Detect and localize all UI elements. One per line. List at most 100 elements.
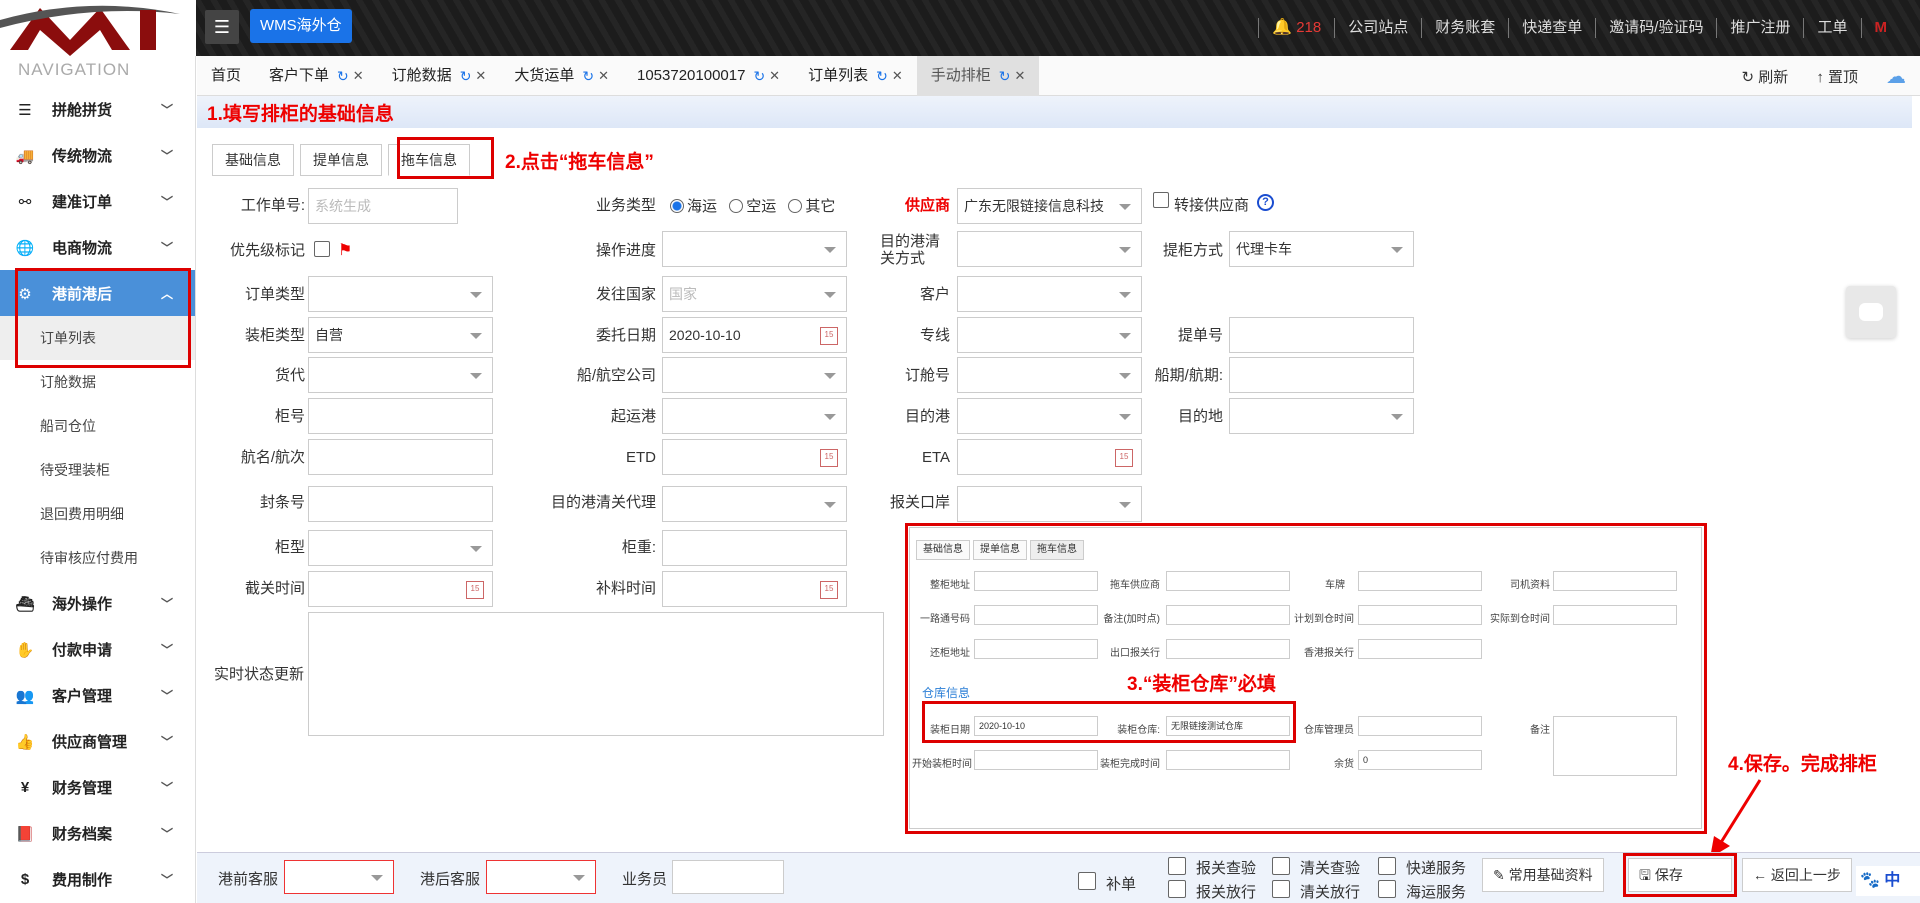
pre-cs-select[interactable] [284, 860, 394, 894]
tab-booking-data[interactable]: 订舱数据 ↻ ✕ [378, 56, 501, 96]
tab-manual-arrange[interactable]: 手动排柜 ↻ ✕ [916, 56, 1040, 96]
close-icon[interactable]: ✕ [1014, 56, 1025, 96]
customs-port-select[interactable] [957, 486, 1142, 522]
work-no-field[interactable]: 系统生成 [308, 188, 458, 224]
chat-bubble-icon[interactable]: ☁ [1872, 64, 1920, 89]
top-link-ticket[interactable]: 工单 [1803, 18, 1860, 38]
sidebar-item-jianzhun[interactable]: ⚯ 建准订单 ﹀ [0, 178, 195, 224]
help-icon[interactable]: ? [1257, 194, 1274, 211]
cutoff-field[interactable] [308, 571, 493, 607]
voyage-date-field[interactable] [1229, 357, 1414, 393]
hamburger-icon[interactable]: ☰ [205, 10, 239, 44]
customs-release-checkbox[interactable] [1168, 880, 1186, 898]
supplement-checkbox[interactable] [1078, 872, 1096, 890]
bl-no-field[interactable] [1229, 317, 1414, 353]
refresh-icon[interactable]: ↻ [753, 56, 765, 96]
bl-mode-select[interactable]: 代理卡车 [1229, 231, 1414, 267]
customs-check-checkbox[interactable] [1168, 857, 1186, 875]
sidebar-item-finance[interactable]: ¥ 财务管理 ﹀ [0, 764, 195, 810]
supply-field[interactable] [662, 571, 847, 607]
tab-home[interactable]: 首页 [197, 56, 255, 96]
close-icon[interactable]: ✕ [475, 56, 486, 96]
refresh-icon[interactable]: ↻ [876, 56, 888, 96]
close-icon[interactable]: ✕ [598, 56, 609, 96]
etd-field[interactable] [662, 439, 847, 475]
tab-order-list[interactable]: 订单列表 ↻ ✕ [794, 56, 917, 96]
dest-clear-select[interactable] [957, 231, 1142, 267]
order-type-select[interactable] [308, 276, 493, 312]
refresh-icon[interactable]: ↻ [582, 56, 594, 96]
radio-air[interactable] [729, 199, 744, 213]
sidebar-item-fees[interactable]: $ 费用制作 ﹀ [0, 856, 195, 902]
entrust-date-field[interactable]: 2020-10-10 [662, 317, 847, 353]
container-no-field[interactable] [308, 398, 493, 434]
sidebar-item-finance-archive[interactable]: 📕 财务档案 ﹀ [0, 810, 195, 856]
wms-app-button[interactable]: WMS海外仓 [250, 9, 352, 43]
close-icon[interactable]: ✕ [353, 56, 364, 96]
user-avatar[interactable]: M [1860, 18, 1901, 38]
close-icon[interactable]: ✕ [892, 56, 903, 96]
sidebar-item-ecommerce[interactable]: 🌐 电商物流 ﹀ [0, 224, 195, 270]
clear-release-checkbox[interactable] [1272, 880, 1290, 898]
top-link-invite[interactable]: 邀请码/验证码 [1595, 18, 1716, 38]
eta-field[interactable] [957, 439, 1142, 475]
form-tab-bl[interactable]: 提单信息 [300, 144, 382, 176]
seal-field[interactable] [308, 486, 493, 522]
carrier-select[interactable] [662, 357, 847, 393]
scroll-top-button[interactable]: ↑ 置顶 [1802, 66, 1872, 87]
sidebar-sub-payable[interactable]: 待审核应付费用 [0, 536, 195, 580]
refresh-icon[interactable]: ↻ [460, 56, 472, 96]
tab-order-number[interactable]: 1053720100017 ↻ ✕ [623, 56, 794, 96]
load-type-select[interactable]: 自营 [308, 317, 493, 353]
booking-select[interactable] [957, 357, 1142, 393]
express-checkbox[interactable] [1378, 857, 1396, 875]
notification-button[interactable]: 🔔 218 [1258, 18, 1334, 38]
back-button[interactable]: ← 返回上一步 [1742, 858, 1852, 892]
weight-field[interactable] [662, 530, 847, 566]
pod-select[interactable] [957, 398, 1142, 434]
customer-select[interactable] [957, 276, 1142, 312]
refresh-icon[interactable]: ↻ [337, 56, 349, 96]
tab-bulk-waybill[interactable]: 大货运单 ↻ ✕ [500, 56, 623, 96]
status-textarea[interactable] [308, 612, 884, 736]
form-tab-basic[interactable]: 基础信息 [212, 144, 294, 176]
radio-sea[interactable] [670, 199, 684, 213]
common-data-button[interactable]: ✎ 常用基础资料 [1482, 858, 1604, 892]
radio-other[interactable] [788, 199, 803, 213]
sidebar-item-traditional[interactable]: 🚚 传统物流 ﹀ [0, 132, 195, 178]
vessel-field[interactable] [308, 439, 493, 475]
top-link-express[interactable]: 快递查单 [1508, 18, 1595, 38]
dest-agent-select[interactable] [662, 486, 847, 522]
line-select[interactable] [957, 317, 1142, 353]
transfer-supplier-checkbox[interactable] [1153, 192, 1169, 208]
pol-select[interactable] [662, 398, 847, 434]
clear-check-checkbox[interactable] [1272, 857, 1290, 875]
progress-select[interactable] [662, 231, 847, 267]
top-link-site[interactable]: 公司站点 [1334, 18, 1421, 38]
ime-indicator[interactable]: 🐾 中 [1856, 866, 1920, 896]
dest-country-select[interactable]: 国家 [662, 276, 847, 312]
sidebar-item-payment[interactable]: ✋ 付款申请 ﹀ [0, 626, 195, 672]
supplier-select[interactable]: 广东无限链接信息科技 [957, 188, 1142, 224]
sidebar-sub-refund[interactable]: 退回费用明细 [0, 492, 195, 536]
close-icon[interactable]: ✕ [769, 56, 780, 96]
sea-service-checkbox[interactable] [1378, 880, 1396, 898]
tab-customer-order[interactable]: 客户下单 ↻ ✕ [255, 56, 378, 96]
sidebar-item-overseas[interactable]: ⛴ 海外操作 ﹀ [0, 580, 195, 626]
refresh-icon[interactable]: ↻ [999, 56, 1011, 96]
top-link-promo[interactable]: 推广注册 [1716, 18, 1803, 38]
sidebar-sub-pending-load[interactable]: 待受理装柜 [0, 448, 195, 492]
post-cs-select[interactable] [486, 860, 596, 894]
container-type-select[interactable] [308, 530, 493, 566]
floating-chat-button[interactable] [1846, 286, 1896, 338]
sidebar-sub-carrier-space[interactable]: 船司仓位 [0, 404, 195, 448]
dest-select[interactable] [1229, 398, 1414, 434]
forwarder-select[interactable] [308, 357, 493, 393]
sidebar-item-suppliers[interactable]: 👍 供应商管理 ﹀ [0, 718, 195, 764]
sidebar-item-customers[interactable]: 👥 客户管理 ﹀ [0, 672, 195, 718]
salesman-field[interactable] [672, 860, 784, 894]
sidebar-item-pinhuo[interactable]: ☰ 拼舱拼货 ﹀ [0, 86, 195, 132]
refresh-page-button[interactable]: ↻ 刷新 [1728, 66, 1803, 87]
top-link-finance[interactable]: 财务账套 [1421, 18, 1508, 38]
priority-checkbox[interactable] [314, 241, 330, 257]
